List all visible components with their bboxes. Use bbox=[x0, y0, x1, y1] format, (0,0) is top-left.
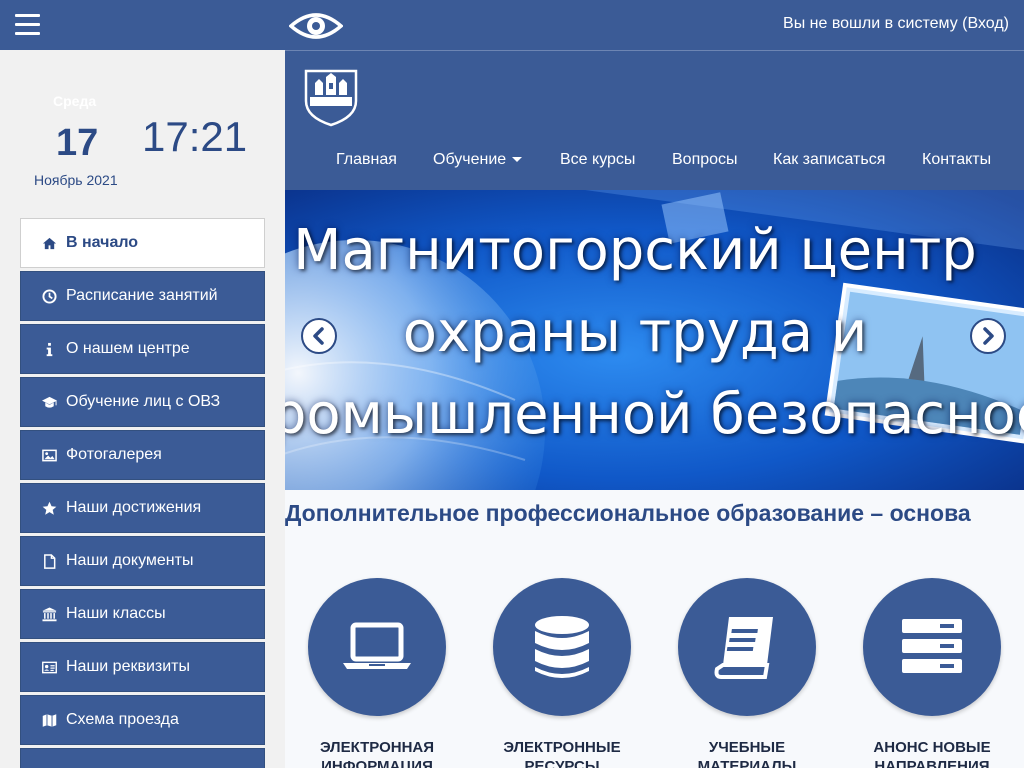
sidebar-item-achievements[interactable]: Наши достижения bbox=[20, 483, 265, 533]
date-weekday: Среда bbox=[53, 93, 97, 109]
main-content: Дополнительное профессиональное образова… bbox=[285, 490, 1024, 768]
tile-label-line-1: ЭЛЕКТРОННЫЕ bbox=[503, 739, 621, 756]
sidebar-item-label: Наши классы bbox=[66, 605, 166, 622]
tile-label-line-2: ИНФОРМАЦИЯ bbox=[321, 758, 433, 768]
sidebar-item-label: О нашем центре bbox=[66, 340, 190, 357]
nav-contacts[interactable]: Контакты bbox=[922, 151, 991, 169]
tile-announcement[interactable]: АНОНС НОВЫЕ НАПРАВЛЕНИЯ bbox=[862, 578, 1002, 768]
sidebar-item-label: Наши реквизиты bbox=[66, 658, 191, 675]
nav-how-to-enroll[interactable]: Как записаться bbox=[773, 151, 885, 169]
tile-label-line-2: НАПРАВЛЕНИЯ bbox=[874, 758, 990, 768]
sidebar-item-schedule[interactable]: Расписание занятий bbox=[20, 271, 265, 321]
sidebar-item-label: Расписание занятий bbox=[66, 287, 218, 304]
sidebar-item-label: Схема проезда bbox=[66, 711, 179, 728]
nav-training-label: Обучение bbox=[433, 151, 507, 168]
tile-label: ЭЛЕКТРОННАЯ ИНФОРМАЦИЯ bbox=[307, 738, 447, 768]
hero-slider: Магнитогорский центр охраны труда и пром… bbox=[285, 190, 1024, 490]
graduation-cap-icon bbox=[41, 394, 58, 411]
tile-label-line-1: ЭЛЕКТРОННАЯ bbox=[319, 739, 435, 756]
tile-label: УЧЕБНЫЕ МАТЕРИАЛЫ bbox=[677, 738, 817, 768]
sidebar-item-label: Обучение лиц с ОВЗ bbox=[66, 393, 221, 410]
sidebar-item-label: Наши достижения bbox=[66, 499, 202, 516]
star-icon bbox=[41, 500, 58, 517]
slide-title-line-3: промышленной безопасности bbox=[285, 382, 1024, 447]
id-card-icon bbox=[41, 659, 58, 676]
nav-home[interactable]: Главная bbox=[336, 151, 397, 169]
home-icon bbox=[41, 235, 58, 252]
sidebar-item-label: Фотогалерея bbox=[66, 446, 162, 463]
sidebar-item-gallery[interactable]: Фотогалерея bbox=[20, 430, 265, 480]
nav-training[interactable]: Обучение bbox=[433, 151, 523, 169]
hamburger-icon[interactable] bbox=[15, 14, 40, 36]
document-icon bbox=[41, 553, 58, 570]
tile-label-line-1: АНОНС НОВЫЕ bbox=[873, 739, 991, 756]
slide-title-line-2: охраны труда и bbox=[402, 300, 868, 365]
institution-icon bbox=[41, 606, 58, 623]
sidebar-item-map[interactable]: Схема проезда bbox=[20, 695, 265, 745]
sidebar-item-home[interactable]: В начало bbox=[20, 218, 265, 268]
center-logo-icon[interactable] bbox=[302, 61, 360, 127]
top-bar: Вы не вошли в систему (Вход) bbox=[0, 0, 1024, 50]
tile-label-line-2: МАТЕРИАЛЫ bbox=[697, 758, 797, 768]
sidebar-item-label: Наши документы bbox=[66, 552, 194, 569]
tile-study-materials[interactable]: УЧЕБНЫЕ МАТЕРИАЛЫ bbox=[677, 578, 817, 768]
tagline: Дополнительное профессиональное образова… bbox=[285, 500, 971, 526]
eye-icon[interactable] bbox=[288, 10, 344, 42]
nav-questions[interactable]: Вопросы bbox=[672, 151, 738, 169]
slide-title-line-1: Магнитогорский центр bbox=[293, 218, 977, 283]
map-icon bbox=[41, 712, 58, 729]
sidebar-item-documents[interactable]: Наши документы bbox=[20, 536, 265, 586]
main-nav: Главная Обучение Все курсы Вопросы Как з… bbox=[285, 151, 1024, 175]
sidebar-item-more[interactable] bbox=[20, 748, 265, 768]
image-icon bbox=[41, 447, 58, 464]
date-month-year: Ноябрь 2021 bbox=[34, 172, 118, 188]
sidebar-item-label: В начало bbox=[66, 234, 139, 251]
tile-electronic-info[interactable]: ЭЛЕКТРОННАЯ ИНФОРМАЦИЯ bbox=[307, 578, 447, 768]
server-icon bbox=[863, 578, 1001, 716]
tile-electronic-resources[interactable]: ЭЛЕКТРОННЫЕ РЕСУРСЫ bbox=[492, 578, 632, 768]
caret-down-icon bbox=[512, 157, 523, 163]
chevron-left-icon[interactable] bbox=[301, 318, 337, 354]
site-header: Главная Обучение Все курсы Вопросы Как з… bbox=[285, 50, 1024, 190]
sidebar-item-ovz[interactable]: Обучение лиц с ОВЗ bbox=[20, 377, 265, 427]
tile-label: ЭЛЕКТРОННЫЕ РЕСУРСЫ bbox=[492, 738, 632, 768]
laptop-icon bbox=[308, 578, 446, 716]
login-link[interactable]: Вы не вошли в систему (Вход) bbox=[783, 15, 1009, 33]
sidebar-item-about[interactable]: О нашем центре bbox=[20, 324, 265, 374]
date-day: 17 bbox=[56, 122, 99, 164]
sidebar: Среда 17 Ноябрь 2021 17:21 В начало Расп… bbox=[0, 50, 285, 768]
nav-all-courses[interactable]: Все курсы bbox=[560, 151, 635, 169]
tile-label-line-2: РЕСУРСЫ bbox=[524, 758, 600, 768]
clock: 17:21 bbox=[142, 113, 248, 160]
sidebar-menu: В начало Расписание занятий О нашем цент… bbox=[20, 218, 265, 768]
tile-label-line-1: УЧЕБНЫЕ bbox=[708, 739, 786, 756]
tile-label: АНОНС НОВЫЕ НАПРАВЛЕНИЯ bbox=[862, 738, 1002, 768]
sidebar-item-classes[interactable]: Наши классы bbox=[20, 589, 265, 639]
book-icon bbox=[678, 578, 816, 716]
chevron-right-icon[interactable] bbox=[970, 318, 1006, 354]
clock-icon bbox=[41, 288, 58, 305]
sidebar-item-requisites[interactable]: Наши реквизиты bbox=[20, 642, 265, 692]
info-icon bbox=[41, 341, 58, 358]
database-icon bbox=[493, 578, 631, 716]
